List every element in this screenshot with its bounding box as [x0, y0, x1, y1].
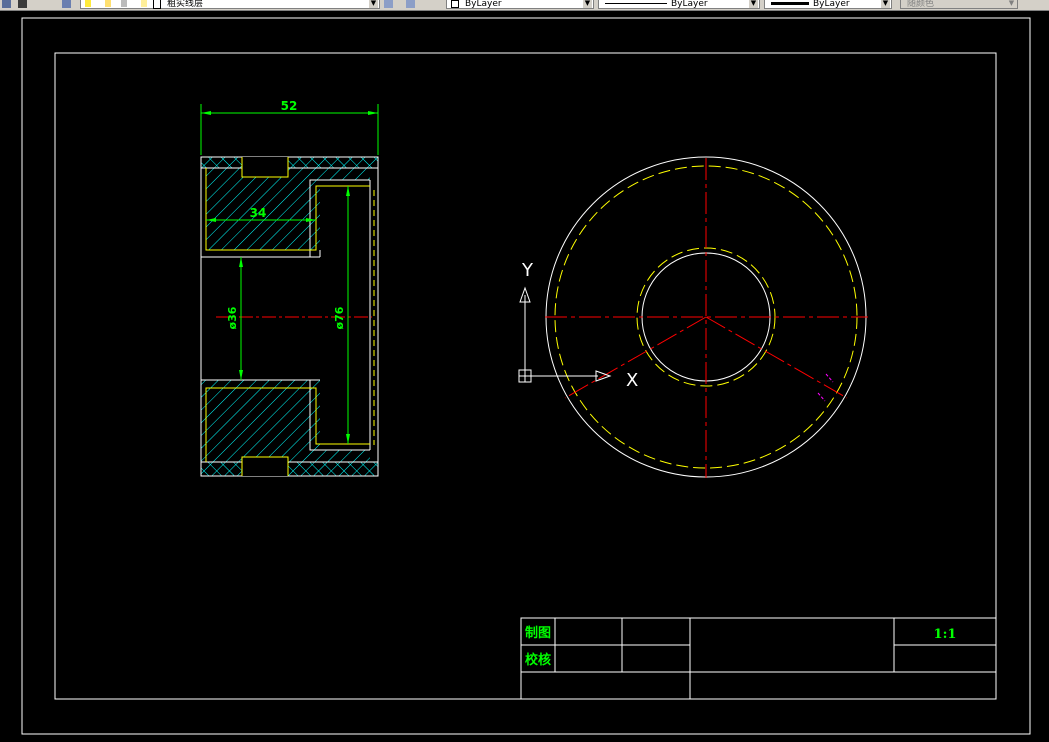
layer-name: 粗实线层 — [167, 0, 204, 9]
hatch-top — [201, 157, 378, 250]
ucs-x-label: X — [626, 370, 638, 391]
properties-toolbar: 粗实线层 ▼ ByLayer ▼ ByLayer ▼ ByLayer ▼ 随颜色… — [0, 0, 1049, 11]
ucs-icon: Y X — [518, 260, 638, 391]
radial-centerline-right — [705, 316, 848, 399]
make-current-icon[interactable] — [384, 0, 393, 8]
linetype-dropdown[interactable]: ByLayer ▼ — [598, 0, 760, 9]
layer-manager-icon[interactable] — [2, 0, 11, 8]
magenta-arc — [817, 373, 834, 402]
lineweight-dropdown[interactable]: ByLayer ▼ — [764, 0, 892, 9]
color-dropdown[interactable]: ByLayer ▼ — [446, 0, 594, 9]
linetype-sample — [605, 3, 667, 4]
checked-by-label: 校核 — [525, 652, 551, 668]
chevron-down-icon[interactable]: ▼ — [749, 0, 758, 8]
chevron-down-icon[interactable]: ▼ — [583, 0, 592, 8]
lock-icon[interactable] — [121, 0, 127, 7]
layer-dropdown[interactable]: 粗实线层 ▼ — [80, 0, 380, 9]
dim-dia76-text: ø76 — [333, 306, 346, 329]
chevron-down-icon[interactable]: ▼ — [369, 0, 378, 8]
plotstyle-dropdown: 随颜色 ▼ — [900, 0, 1018, 9]
drawing-canvas[interactable]: 52 34 ø36 ø76 Y X 制图 校核 1:1 — [0, 11, 1049, 742]
drawn-by-label: 制图 — [525, 625, 551, 641]
sun-icon[interactable] — [105, 0, 111, 7]
lightbulb-icon[interactable] — [85, 0, 91, 7]
lineweight-sample — [771, 2, 809, 5]
chevron-down-icon[interactable]: ▼ — [881, 0, 890, 8]
save-icon[interactable] — [18, 0, 27, 8]
ucs-y-label: Y — [521, 260, 534, 281]
dim-dia36-text: ø36 — [226, 306, 239, 329]
front-view — [545, 156, 868, 478]
crosshatch-top — [201, 157, 378, 168]
color-swatch-icon — [451, 0, 459, 8]
section-view: 52 34 ø36 ø76 — [200, 99, 379, 477]
chevron-down-icon: ▼ — [1007, 0, 1016, 8]
color-box-icon — [153, 0, 161, 9]
dim-52-text: 52 — [281, 99, 298, 113]
scale-value: 1:1 — [934, 627, 957, 642]
title-block — [520, 617, 997, 700]
crosshatch-bottom — [201, 462, 378, 476]
layer-previous-icon[interactable] — [406, 0, 415, 8]
dim-34-text: 34 — [250, 206, 267, 220]
layer-color-swatch-icon — [141, 0, 147, 7]
layers-icon[interactable] — [62, 0, 71, 8]
